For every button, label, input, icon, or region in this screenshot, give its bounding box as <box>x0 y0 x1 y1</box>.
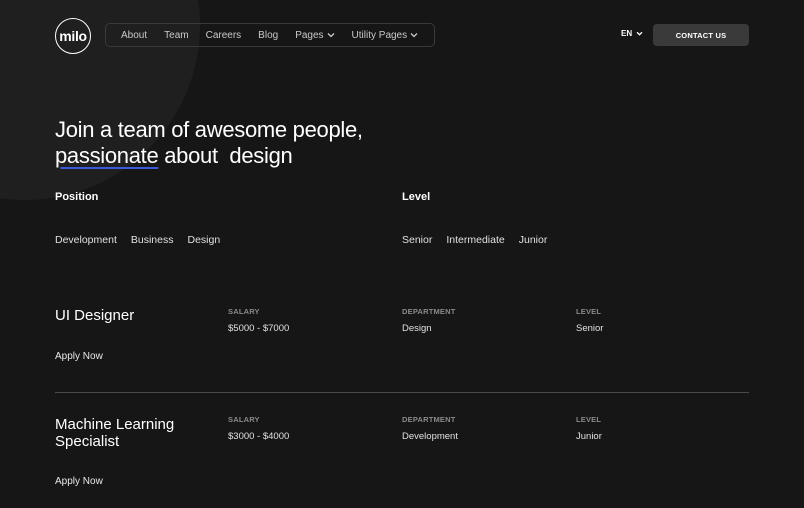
nav-item-careers[interactable]: Careers <box>206 30 242 41</box>
nav-item-about[interactable]: About <box>121 30 147 41</box>
position-filter-heading: Position <box>55 191 99 203</box>
job-title[interactable]: UI Designer <box>55 307 205 324</box>
nav-label: Pages <box>295 29 324 41</box>
nav-item-team[interactable]: Team <box>164 30 188 41</box>
nav-item-blog[interactable]: Blog <box>258 30 278 41</box>
position-filter-options: Development Business Design <box>55 234 234 246</box>
contact-us-button[interactable]: CONTACT US <box>653 24 749 46</box>
filter-option-junior[interactable]: Junior <box>519 234 548 246</box>
main-nav: About Team Careers Blog Pages Utility Pa… <box>105 23 435 47</box>
language-label: EN <box>621 29 633 38</box>
chevron-down-icon <box>410 32 418 38</box>
title-line-2: about design <box>158 143 293 168</box>
department-label: DEPARTMENT <box>402 307 456 316</box>
salary-value: $3000 - $4000 <box>228 431 290 442</box>
department-value: Design <box>402 323 432 334</box>
title-line-1: Join a team of awesome people, <box>55 117 363 142</box>
level-label: LEVEL <box>576 307 602 316</box>
page-title: Join a team of awesome people, passionat… <box>55 117 363 169</box>
nav-item-pages[interactable]: Pages <box>295 29 335 41</box>
chevron-down-icon <box>327 32 335 38</box>
filter-option-senior[interactable]: Senior <box>402 234 432 246</box>
department-value: Development <box>402 431 458 442</box>
level-label: LEVEL <box>576 415 602 424</box>
careers-page: milo About Team Careers Blog Pages Utili… <box>0 0 804 508</box>
nav-item-utility-pages[interactable]: Utility Pages <box>352 30 419 41</box>
logo[interactable]: milo <box>55 18 91 54</box>
nav-label: About <box>121 29 148 41</box>
nav-label: Team <box>164 29 189 41</box>
level-value: Junior <box>576 431 602 442</box>
filter-option-development[interactable]: Development <box>55 234 117 246</box>
nav-label: Blog <box>258 29 279 41</box>
title-highlight: passionate <box>55 143 159 168</box>
filter-option-design[interactable]: Design <box>187 234 220 246</box>
salary-value: $5000 - $7000 <box>228 323 290 334</box>
level-filter-options: Senior Intermediate Junior <box>402 234 561 246</box>
job-title[interactable]: Machine Learning Specialist <box>55 416 205 450</box>
salary-label: SALARY <box>228 415 260 424</box>
department-label: DEPARTMENT <box>402 415 456 424</box>
apply-now-link[interactable]: Apply Now <box>55 351 103 362</box>
filter-option-intermediate[interactable]: Intermediate <box>446 234 504 246</box>
language-selector[interactable]: EN <box>621 29 643 38</box>
chevron-down-icon <box>636 31 643 36</box>
nav-label: Utility Pages <box>351 29 408 41</box>
salary-label: SALARY <box>228 307 260 316</box>
level-value: Senior <box>576 323 604 334</box>
divider <box>55 392 749 393</box>
nav-label: Careers <box>205 29 242 41</box>
apply-now-link[interactable]: Apply Now <box>55 476 103 487</box>
level-filter-heading: Level <box>402 191 431 203</box>
filter-option-business[interactable]: Business <box>131 234 174 246</box>
